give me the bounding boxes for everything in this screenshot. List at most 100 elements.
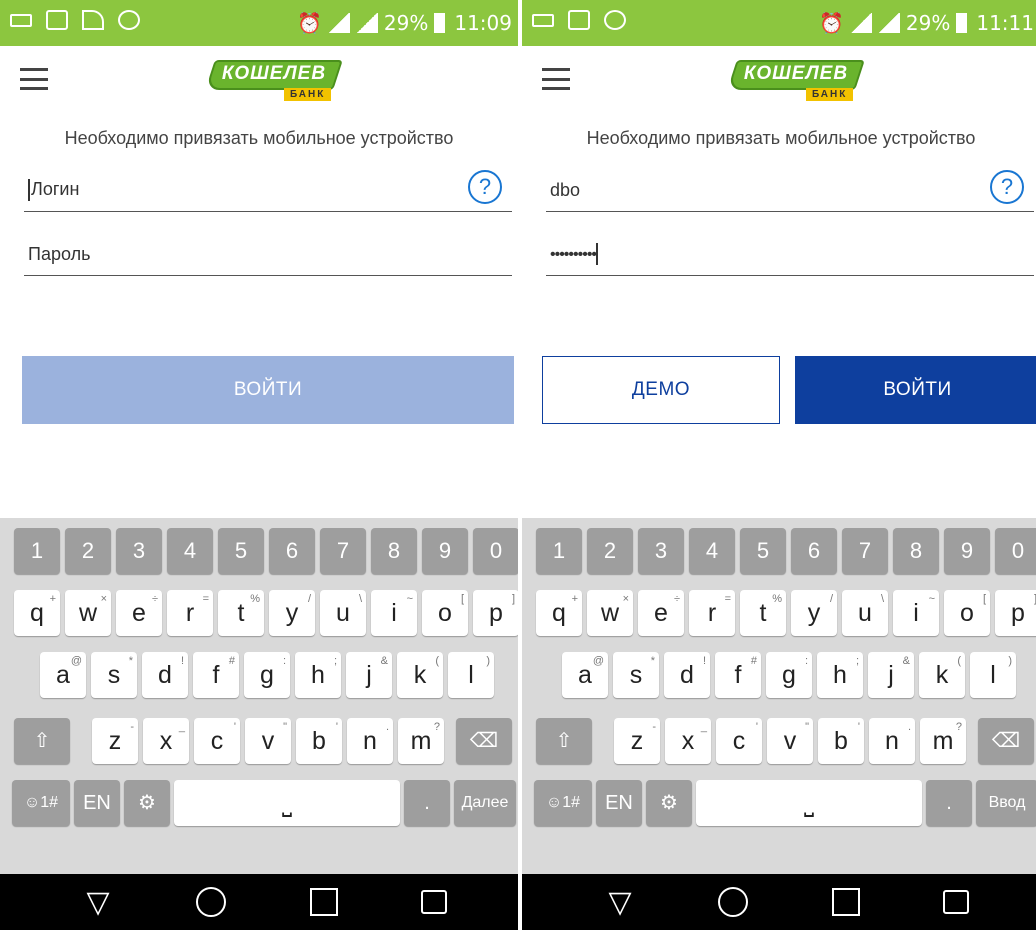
key-b[interactable]: b ' xyxy=(818,718,864,764)
key-8[interactable]: 8 xyxy=(371,528,417,574)
key-f[interactable]: f # xyxy=(715,652,761,698)
key-6[interactable]: 6 xyxy=(791,528,837,574)
login-button[interactable]: ВОЙТИ xyxy=(22,356,514,424)
menu-icon[interactable] xyxy=(542,68,570,90)
key-5[interactable]: 5 xyxy=(218,528,264,574)
key-l[interactable]: l) xyxy=(448,652,494,698)
key-i[interactable]: i ~ xyxy=(371,590,417,636)
enter-key[interactable]: Далее xyxy=(454,780,516,826)
key-z[interactable]: z- xyxy=(92,718,138,764)
settings-key[interactable]: ⚙ xyxy=(124,780,170,826)
key-9[interactable]: 9 xyxy=(944,528,990,574)
recent-apps-icon[interactable] xyxy=(832,888,860,916)
key-a[interactable]: a @ xyxy=(562,652,608,698)
key-7[interactable]: 7 xyxy=(842,528,888,574)
help-icon[interactable]: ? xyxy=(990,170,1024,204)
key-v[interactable]: v " xyxy=(245,718,291,764)
key-m[interactable]: m? xyxy=(398,718,444,764)
key-q[interactable]: q + xyxy=(536,590,582,636)
settings-key[interactable]: ⚙ xyxy=(646,780,692,826)
key-v[interactable]: v " xyxy=(767,718,813,764)
key-1[interactable]: 1 xyxy=(536,528,582,574)
switch-apps-icon[interactable] xyxy=(421,890,447,914)
key-j[interactable]: j & xyxy=(868,652,914,698)
home-icon[interactable] xyxy=(196,887,226,917)
key-i[interactable]: i ~ xyxy=(893,590,939,636)
key-n[interactable]: n. xyxy=(347,718,393,764)
key-r[interactable]: r = xyxy=(689,590,735,636)
key-g[interactable]: g: xyxy=(766,652,812,698)
space-key[interactable]: ⎵ xyxy=(696,780,922,826)
key-t[interactable]: t% xyxy=(218,590,264,636)
key-2[interactable]: 2 xyxy=(587,528,633,574)
key-z[interactable]: z- xyxy=(614,718,660,764)
key-x[interactable]: x _ xyxy=(665,718,711,764)
demo-button[interactable]: ДЕМО xyxy=(542,356,780,424)
key-4[interactable]: 4 xyxy=(689,528,735,574)
key-8[interactable]: 8 xyxy=(893,528,939,574)
key-y[interactable]: y / xyxy=(791,590,837,636)
key-9[interactable]: 9 xyxy=(422,528,468,574)
key-l[interactable]: l) xyxy=(970,652,1016,698)
key-e[interactable]: e ÷ xyxy=(116,590,162,636)
period-key[interactable]: . xyxy=(404,780,450,826)
help-icon[interactable]: ? xyxy=(468,170,502,204)
key-x[interactable]: x _ xyxy=(143,718,189,764)
backspace-key[interactable]: ⌫ xyxy=(456,718,512,764)
menu-icon[interactable] xyxy=(20,68,48,90)
key-k[interactable]: k( xyxy=(397,652,443,698)
key-o[interactable]: o[ xyxy=(422,590,468,636)
key-d[interactable]: d! xyxy=(142,652,188,698)
key-4[interactable]: 4 xyxy=(167,528,213,574)
symbols-key[interactable]: ☺1# xyxy=(534,780,592,826)
key-3[interactable]: 3 xyxy=(638,528,684,574)
key-s[interactable]: s * xyxy=(91,652,137,698)
symbols-key[interactable]: ☺1# xyxy=(12,780,70,826)
key-p[interactable]: p] xyxy=(473,590,518,636)
key-2[interactable]: 2 xyxy=(65,528,111,574)
key-j[interactable]: j & xyxy=(346,652,392,698)
key-r[interactable]: r = xyxy=(167,590,213,636)
key-s[interactable]: s * xyxy=(613,652,659,698)
key-k[interactable]: k( xyxy=(919,652,965,698)
password-field[interactable]: Пароль xyxy=(24,232,512,276)
key-h[interactable]: h; xyxy=(295,652,341,698)
language-key[interactable]: EN xyxy=(596,780,642,826)
key-0[interactable]: 0 xyxy=(473,528,518,574)
home-icon[interactable] xyxy=(718,887,748,917)
key-w[interactable]: w × xyxy=(65,590,111,636)
key-a[interactable]: a @ xyxy=(40,652,86,698)
key-e[interactable]: e ÷ xyxy=(638,590,684,636)
key-o[interactable]: o[ xyxy=(944,590,990,636)
key-5[interactable]: 5 xyxy=(740,528,786,574)
recent-apps-icon[interactable] xyxy=(310,888,338,916)
key-7[interactable]: 7 xyxy=(320,528,366,574)
key-d[interactable]: d! xyxy=(664,652,710,698)
key-1[interactable]: 1 xyxy=(14,528,60,574)
switch-apps-icon[interactable] xyxy=(943,890,969,914)
language-key[interactable]: EN xyxy=(74,780,120,826)
password-field[interactable]: •••••••••• xyxy=(546,232,1034,276)
key-p[interactable]: p] xyxy=(995,590,1036,636)
key-u[interactable]: u \ xyxy=(320,590,366,636)
key-c[interactable]: c ' xyxy=(716,718,762,764)
key-t[interactable]: t% xyxy=(740,590,786,636)
key-3[interactable]: 3 xyxy=(116,528,162,574)
key-y[interactable]: y / xyxy=(269,590,315,636)
key-u[interactable]: u \ xyxy=(842,590,888,636)
key-0[interactable]: 0 xyxy=(995,528,1036,574)
key-m[interactable]: m? xyxy=(920,718,966,764)
key-c[interactable]: c ' xyxy=(194,718,240,764)
key-h[interactable]: h; xyxy=(817,652,863,698)
key-6[interactable]: 6 xyxy=(269,528,315,574)
key-n[interactable]: n. xyxy=(869,718,915,764)
space-key[interactable]: ⎵ xyxy=(174,780,400,826)
enter-key[interactable]: Ввод xyxy=(976,780,1036,826)
key-g[interactable]: g: xyxy=(244,652,290,698)
key-w[interactable]: w × xyxy=(587,590,633,636)
login-button[interactable]: ВОЙТИ xyxy=(795,356,1036,424)
key-b[interactable]: b ' xyxy=(296,718,342,764)
back-icon[interactable]: ▽ xyxy=(602,888,638,924)
shift-key[interactable]: ⇧ xyxy=(536,718,592,764)
login-field[interactable]: Логин ? xyxy=(24,168,512,212)
